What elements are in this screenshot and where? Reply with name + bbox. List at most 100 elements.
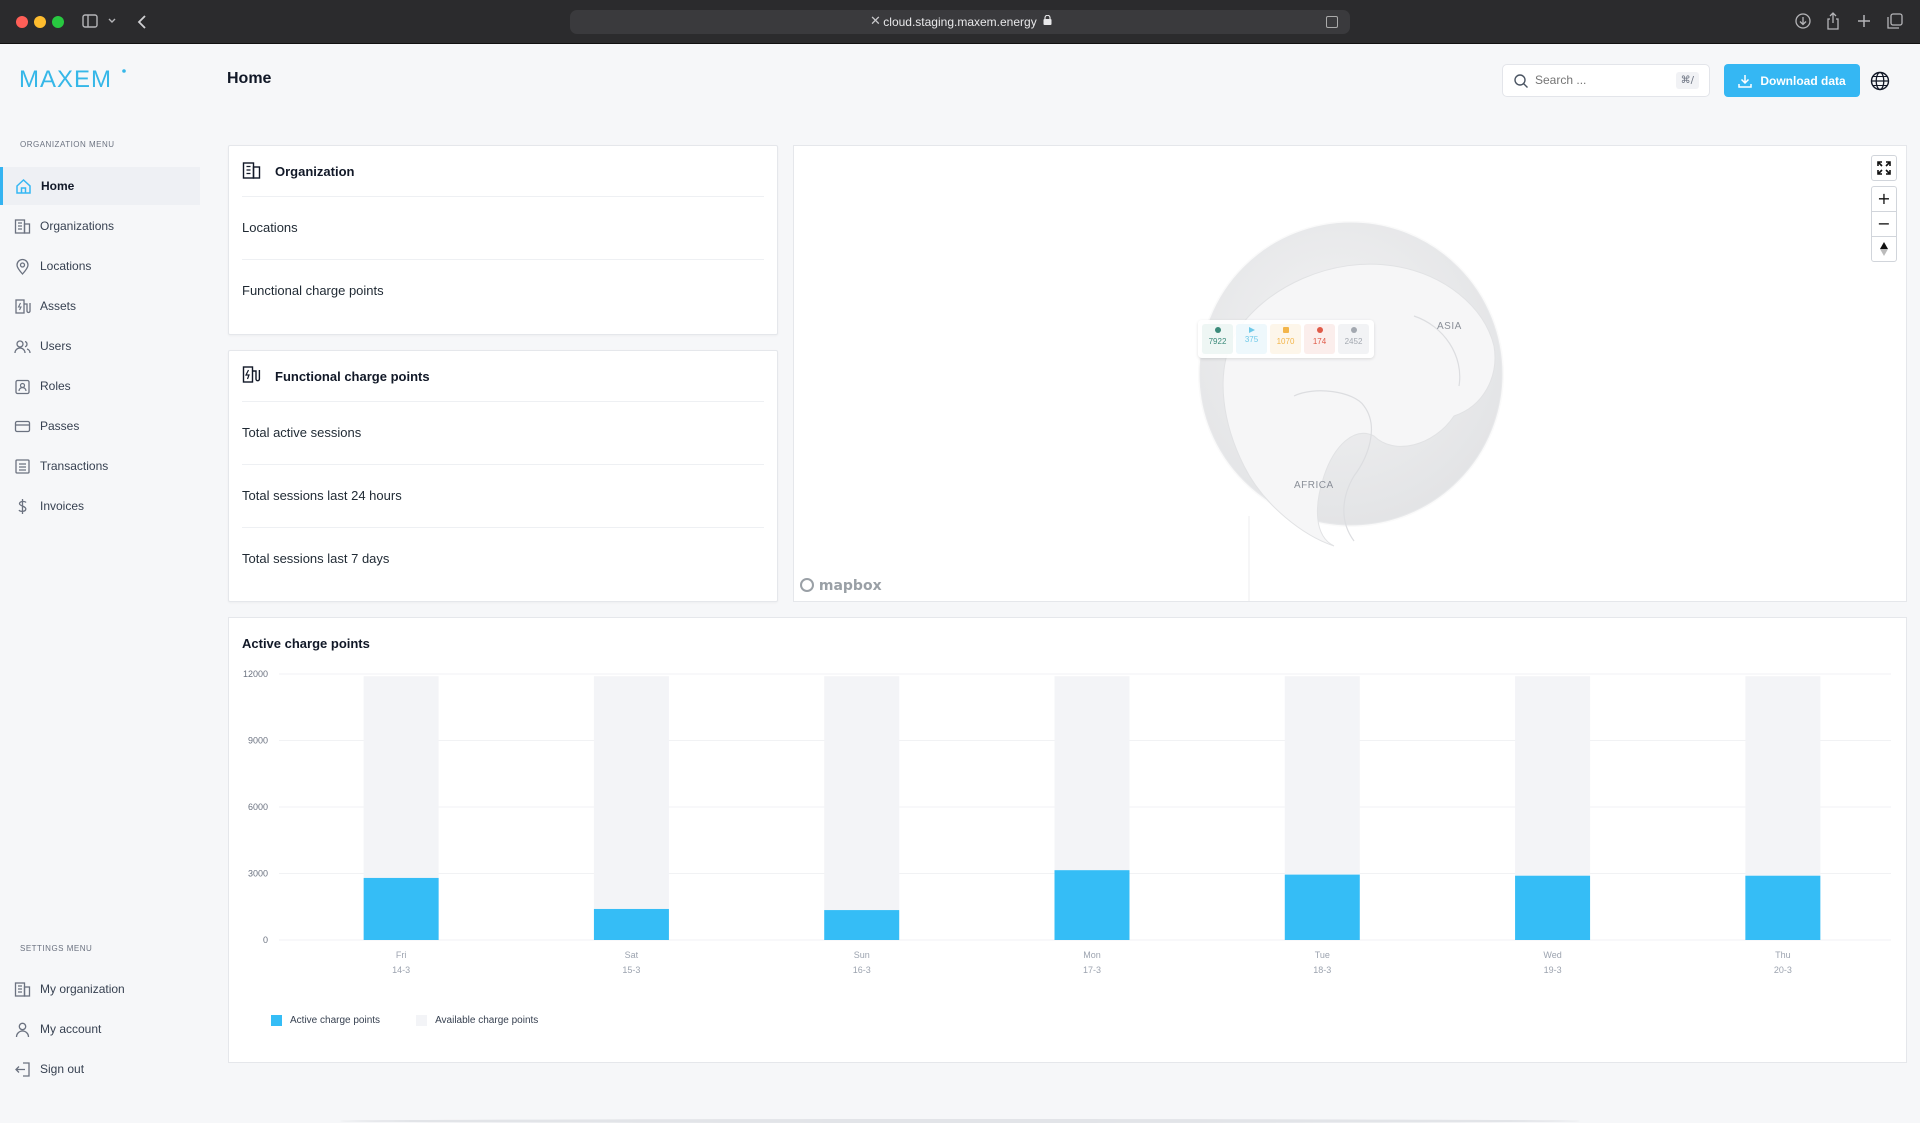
sidebar-item-label: Sign out [40, 1062, 85, 1076]
tabs-icon[interactable] [1887, 13, 1903, 29]
sidebar-toggle-icon[interactable] [82, 14, 98, 28]
cluster-value: 375 [1244, 335, 1259, 344]
lock-icon [1043, 15, 1052, 25]
x-tick-date: 15-3 [622, 965, 640, 975]
organization-card-title: Organization [275, 164, 355, 179]
download-data-button[interactable]: Download data [1724, 64, 1860, 97]
sidebar-item-label: Organizations [40, 219, 115, 233]
sidebar-item-home[interactable]: Home [0, 167, 200, 205]
cluster-cell-available[interactable]: 7922 [1202, 324, 1233, 354]
sidebar-item-users[interactable]: Users [0, 327, 200, 365]
sidebar-item-locations[interactable]: Locations [0, 247, 200, 285]
x-tick-day: Fri [396, 950, 407, 960]
sidebar-item-organizations[interactable]: Organizations [0, 207, 200, 245]
cluster-cell-offline[interactable]: 2452 [1338, 324, 1369, 354]
building-icon [14, 982, 31, 997]
sidebar-item-roles[interactable]: Roles [0, 367, 200, 405]
legend-label-available: Available charge points [435, 1015, 539, 1026]
globe-map[interactable] [794, 146, 1907, 602]
page-title: Home [227, 70, 272, 87]
close-window-button[interactable] [16, 16, 28, 28]
zoom-in-button[interactable]: + [1871, 186, 1897, 212]
status-dot [1214, 327, 1221, 333]
zoom-out-button[interactable]: − [1871, 211, 1897, 237]
building-icon [14, 219, 31, 234]
id-badge-icon [15, 379, 30, 395]
sidebar-item-transactions[interactable]: Transactions [0, 447, 200, 485]
maxem-logo[interactable]: MAXEM [19, 66, 127, 92]
sidebar-item-label: Users [40, 339, 72, 353]
x-tick-day: Sat [625, 950, 639, 960]
sidebar-item-sign-out[interactable]: Sign out [0, 1050, 200, 1088]
x-tick-date: 17-3 [1083, 965, 1101, 975]
y-tick-label: 3000 [248, 869, 268, 879]
x-tick-day: Wed [1543, 950, 1561, 960]
row-total-active-sessions: Total active sessions [242, 401, 764, 463]
globe-icon[interactable] [1870, 71, 1890, 91]
y-tick-label: 9000 [248, 736, 268, 746]
legend-swatch-active [271, 1015, 282, 1026]
card-icon [14, 420, 31, 433]
address-bar[interactable]: ✕ cloud.staging.maxem.energy [570, 10, 1350, 34]
sidebar-item-label: My account [40, 1022, 102, 1036]
mapbox-logo[interactable]: mapbox [800, 578, 882, 594]
sidebar-item-invoices[interactable]: Invoices [0, 487, 200, 525]
logo-text: MAXEM [19, 66, 112, 92]
minimize-window-button[interactable] [34, 16, 46, 28]
new-tab-icon[interactable] [1857, 14, 1871, 28]
row-label: Total active sessions [242, 425, 362, 440]
download-icon [1738, 74, 1753, 88]
sidebar-item-passes[interactable]: Passes [0, 407, 200, 445]
search-box[interactable]: ⌘/ [1502, 64, 1710, 97]
active-charge-points-chart: 0 3000 6000 9000 12000 Fri 14-3 Sat 15-3 Sun 16-3 M… [243, 669, 1891, 975]
bar-available [1745, 676, 1821, 876]
bar-available [1284, 676, 1360, 875]
browser-toolbar: ✕ cloud.staging.maxem.energy [0, 0, 1920, 44]
x-tick-date: 20-3 [1774, 965, 1792, 975]
x-tick-date: 16-3 [853, 965, 871, 975]
cluster-cell-suspended[interactable]: 1070 [1270, 324, 1301, 354]
sidebar-item-my-account[interactable]: My account [0, 1010, 200, 1048]
reader-icon[interactable] [1326, 16, 1338, 28]
mapbox-icon [800, 578, 814, 592]
sidebar-item-assets[interactable]: Assets [0, 287, 200, 325]
download-data-label: Download data [1760, 73, 1846, 88]
bar-active [1284, 874, 1360, 940]
app: MAXEM ORGANIZATION MENU Home Organizatio… [0, 44, 1920, 1123]
functional-charge-points-card: Functional charge points Total active se… [228, 350, 778, 602]
sidebar-item-my-organization[interactable]: My organization [0, 970, 200, 1008]
functional-card-title: Functional charge points [275, 369, 430, 384]
charge-point-cluster[interactable]: 7922 375 1070 174 2452 [1198, 320, 1374, 358]
download-icon[interactable] [1795, 13, 1811, 29]
sidebar-item-label: Roles [40, 379, 71, 393]
share-icon[interactable] [1826, 12, 1840, 30]
charge-point-icon [242, 366, 261, 383]
chevron-down-icon[interactable] [108, 18, 116, 24]
compass-button[interactable] [1871, 236, 1897, 262]
active-charge-points-card: Active charge points 0 3000 6000 9000 12000 F… [228, 617, 1907, 1063]
search-input[interactable] [1535, 73, 1655, 87]
fullscreen-button[interactable] [1871, 155, 1897, 181]
cluster-cell-faulted[interactable]: 174 [1304, 324, 1335, 354]
org-row-locations: Locations [242, 196, 764, 258]
x-tick-date: 14-3 [392, 965, 410, 975]
sidebar-item-label: Transactions [40, 459, 109, 473]
bar-active [1745, 875, 1821, 940]
x-tick-day: Thu [1775, 950, 1791, 960]
cluster-cell-charging[interactable]: 375 [1236, 324, 1267, 354]
row-total-sessions-24h: Total sessions last 24 hours [242, 464, 764, 526]
row-label: Total sessions last 24 hours [242, 488, 402, 503]
bar-available [593, 676, 669, 909]
legend-item-active[interactable]: Active charge points [271, 1015, 380, 1026]
legend-item-available[interactable]: Available charge points [416, 1015, 538, 1026]
zoom-window-button[interactable] [52, 16, 64, 28]
row-total-sessions-7d: Total sessions last 7 days [242, 527, 764, 589]
x-tick-day: Sun [854, 950, 870, 960]
back-icon[interactable] [137, 14, 147, 30]
map-panel[interactable]: ASIA AFRICA 7922 375 1070 174 2452 + − m… [793, 145, 1907, 602]
sidebar-item-label: Locations [40, 259, 92, 273]
map-label-asia: ASIA [1437, 321, 1462, 332]
y-tick-label: 6000 [248, 802, 268, 812]
url-text: cloud.staging.maxem.energy [883, 15, 1037, 29]
minus-icon: − [1877, 214, 1891, 233]
